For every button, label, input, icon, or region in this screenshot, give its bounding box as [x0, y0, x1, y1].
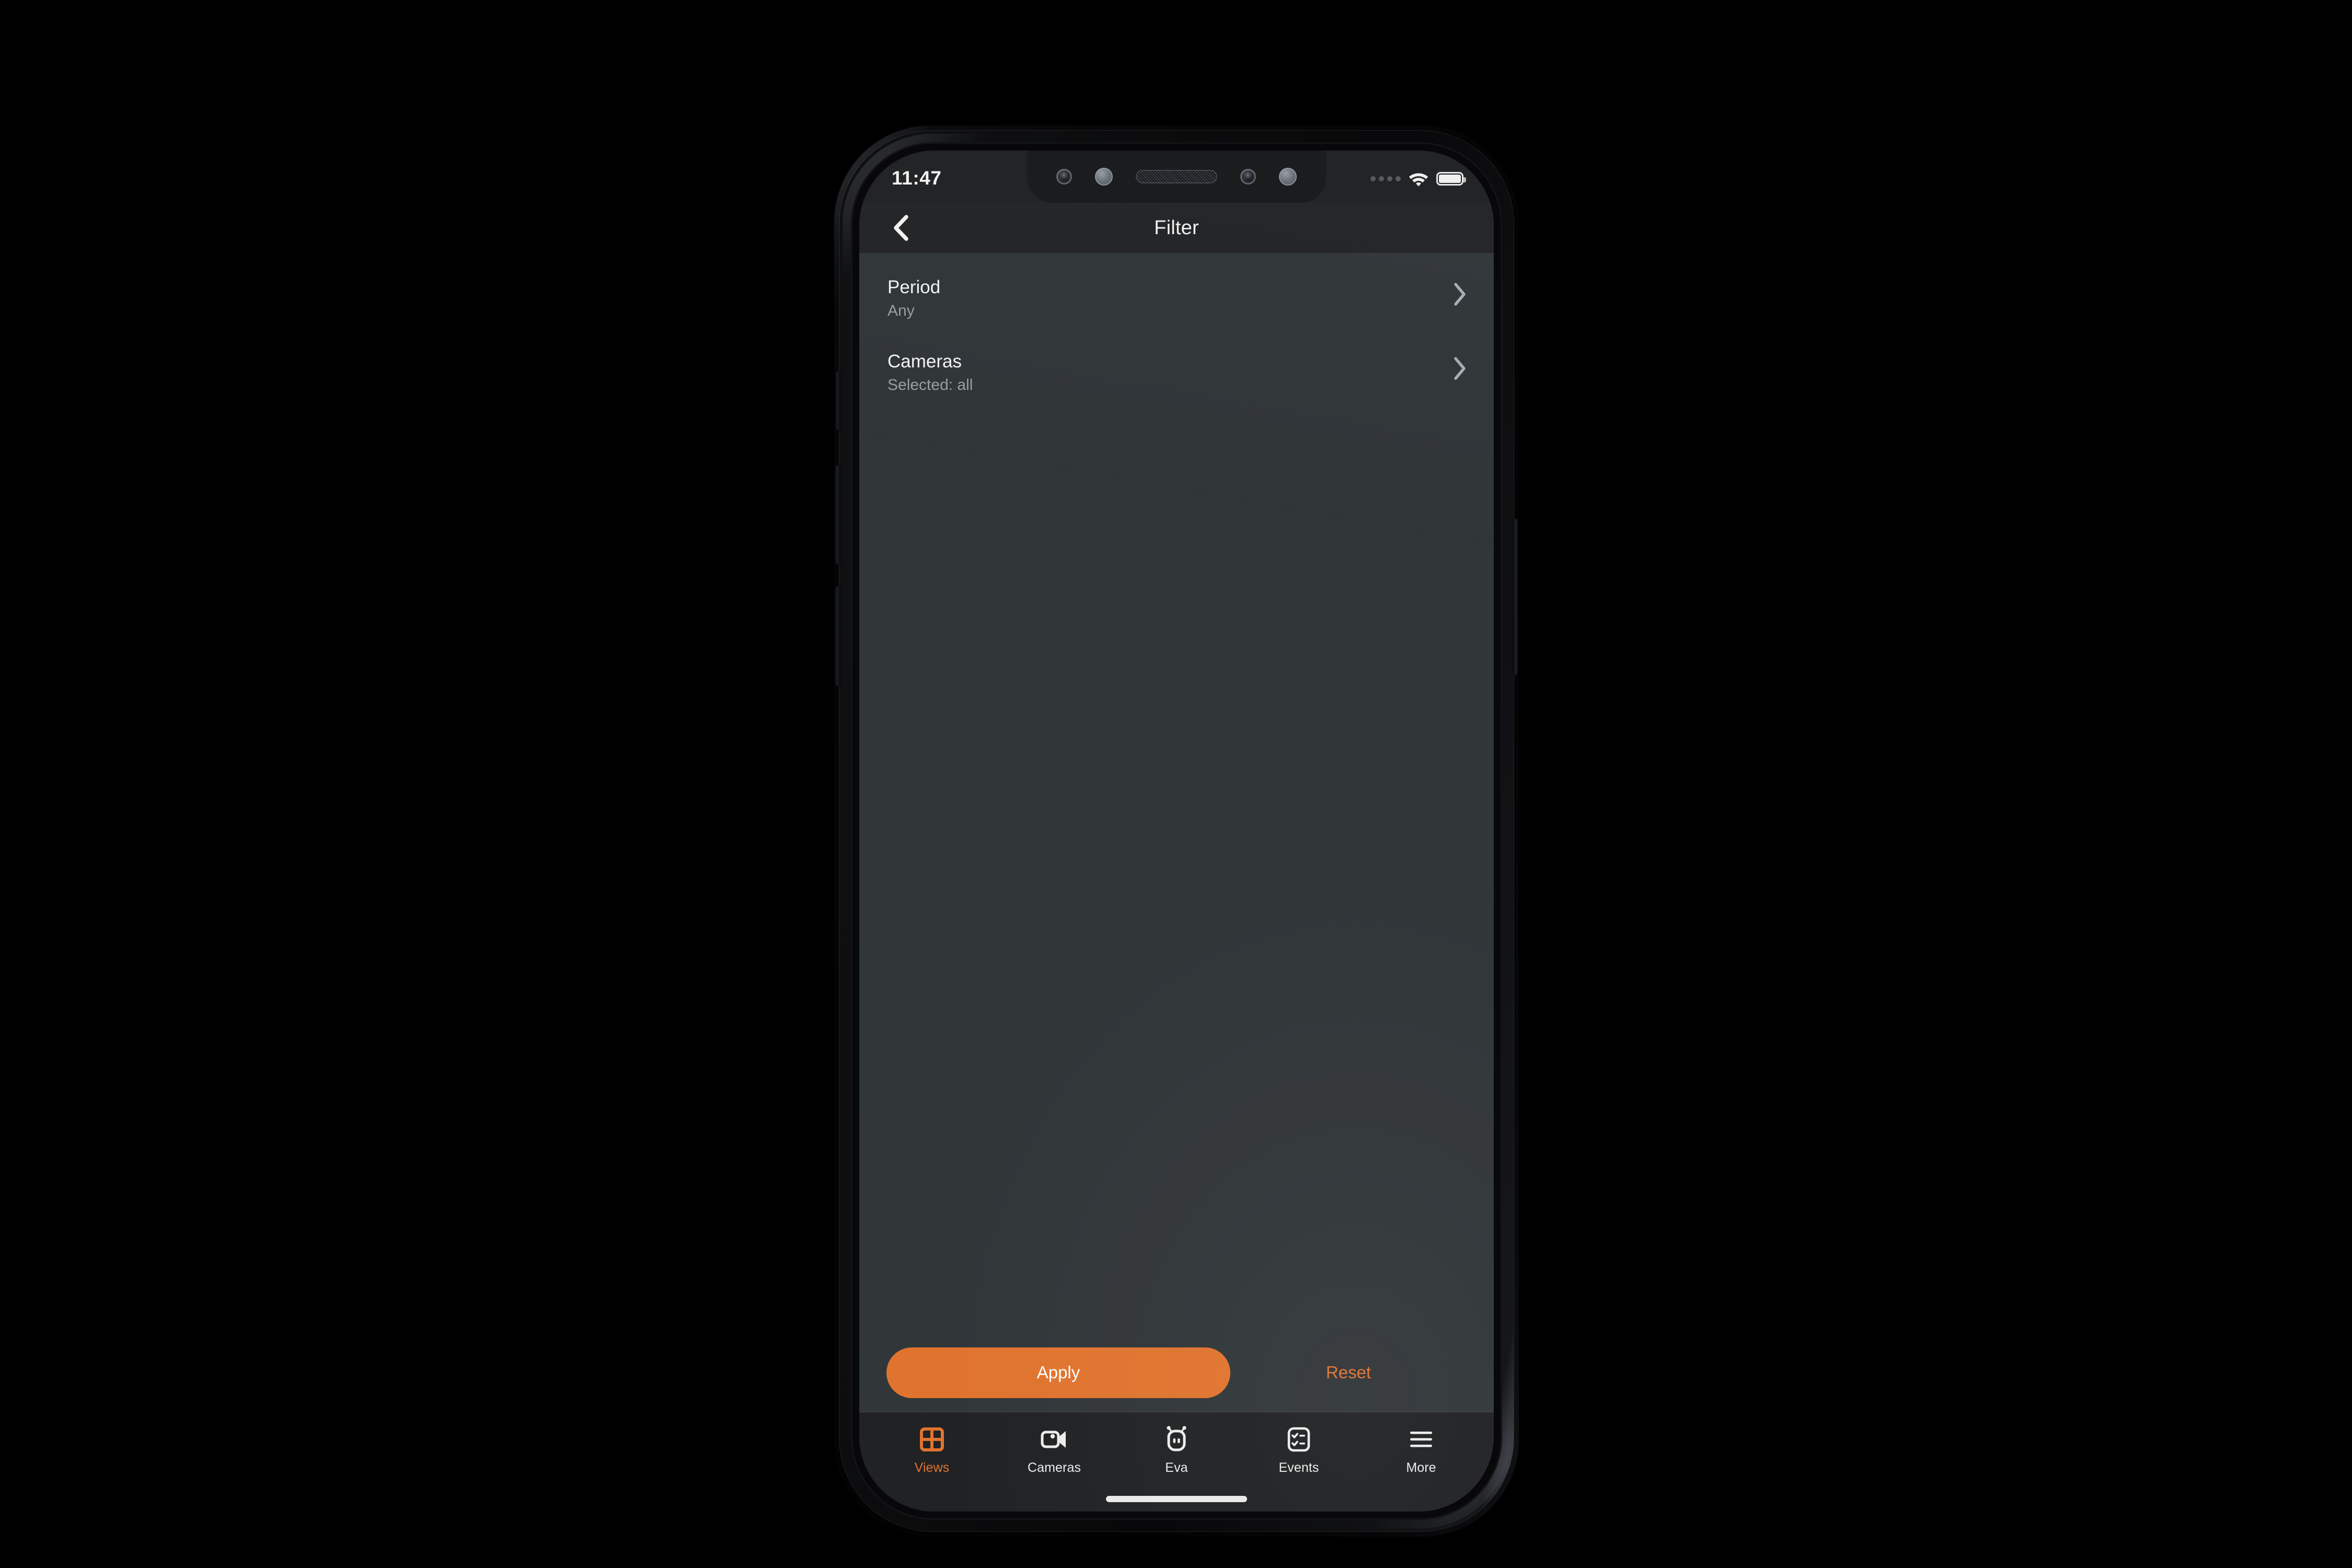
grid-views-icon — [919, 1426, 944, 1453]
status-bar-indicators — [1370, 167, 1466, 187]
volume-up-button[interactable] — [835, 465, 840, 564]
page-title: Filter — [1154, 216, 1199, 239]
status-bar-clock: 11:47 — [892, 167, 942, 189]
tab-more[interactable]: More — [1360, 1426, 1482, 1475]
tab-eva[interactable]: Eva — [1115, 1426, 1238, 1475]
screenshot-canvas: 11:47 Filter Period Any Cameras Selected… — [0, 0, 2352, 1568]
phone-device: 11:47 Filter Period Any Cameras Selected… — [834, 125, 1519, 1537]
tab-events[interactable]: Events — [1238, 1426, 1360, 1475]
back-button[interactable] — [880, 207, 921, 248]
filter-row-cameras[interactable]: Cameras Selected: all — [859, 335, 1494, 409]
filter-options-list: Period Any Cameras Selected: all — [859, 253, 1494, 409]
tab-views[interactable]: Views — [871, 1426, 993, 1475]
hamburger-menu-icon — [1409, 1426, 1434, 1453]
device-screen: 11:47 Filter Period Any Cameras Selected… — [859, 151, 1494, 1512]
earpiece-speaker-icon — [1136, 170, 1217, 183]
filter-content: Period Any Cameras Selected: all Apply R… — [859, 253, 1494, 1512]
device-body: 11:47 Filter Period Any Cameras Selected… — [835, 131, 1518, 1531]
navigation-bar: Filter — [859, 203, 1494, 253]
power-side-button[interactable] — [1513, 518, 1518, 675]
tab-label: Cameras — [1027, 1460, 1081, 1475]
filter-row-period[interactable]: Period Any — [859, 260, 1494, 335]
filter-row-value: Any — [887, 302, 915, 319]
front-camera-icon — [1240, 169, 1256, 185]
ambient-light-sensor-icon — [1279, 168, 1297, 186]
chevron-right-icon — [1454, 357, 1466, 380]
reset-button[interactable]: Reset — [1230, 1362, 1467, 1383]
tab-label: More — [1406, 1460, 1436, 1475]
tab-label: Events — [1278, 1460, 1319, 1475]
battery-full-icon — [1436, 172, 1466, 186]
mute-switch-button[interactable] — [836, 371, 840, 430]
tab-label: Eva — [1165, 1460, 1188, 1475]
tab-label: Views — [914, 1460, 950, 1475]
wifi-icon — [1409, 173, 1428, 187]
signal-dots-icon — [1370, 176, 1401, 181]
volume-down-button[interactable] — [835, 586, 840, 686]
chevron-left-icon — [894, 215, 908, 241]
home-indicator[interactable] — [1106, 1496, 1247, 1502]
filter-row-value: Selected: all — [887, 376, 973, 394]
filter-row-title: Cameras — [887, 351, 962, 372]
robot-head-icon — [1163, 1426, 1190, 1453]
proximity-sensor-icon — [1095, 168, 1113, 186]
apply-button[interactable]: Apply — [886, 1347, 1230, 1398]
chevron-right-icon — [1454, 283, 1466, 306]
tab-cameras[interactable]: Cameras — [993, 1426, 1115, 1475]
checklist-icon — [1286, 1426, 1311, 1453]
filter-row-title: Period — [887, 277, 941, 297]
device-notch — [1027, 151, 1326, 203]
filter-action-bar: Apply Reset — [859, 1333, 1494, 1412]
infrared-sensor-icon — [1056, 169, 1072, 185]
home-indicator-area — [859, 1496, 1494, 1502]
video-camera-icon — [1041, 1426, 1068, 1453]
